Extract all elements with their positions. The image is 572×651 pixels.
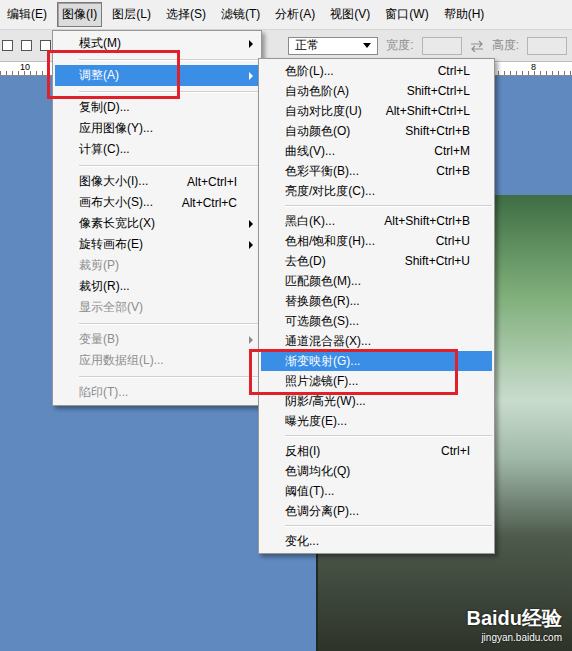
swap-icon[interactable] bbox=[470, 40, 484, 52]
menu-item[interactable]: 像素长宽比(X) bbox=[55, 213, 259, 234]
menu-item[interactable]: 应用图像(Y)... bbox=[55, 118, 259, 139]
watermark: Baidu经验jingyan.baidu.com bbox=[466, 605, 562, 643]
menu-item[interactable]: 照片滤镜(F)... bbox=[261, 371, 492, 391]
menu-item[interactable]: 色调均化(Q) bbox=[261, 461, 492, 481]
menu-item[interactable]: 曲线(V)...Ctrl+M bbox=[261, 141, 492, 161]
menu-item[interactable]: 计算(C)... bbox=[55, 139, 259, 160]
menu-bar-item[interactable]: 分析(A) bbox=[270, 2, 320, 27]
image-menu: 模式(M) 调整(A) 复制(D)...应用图像(Y)...计算(C)... 图像大小… bbox=[52, 30, 262, 406]
selection-mode-icon[interactable] bbox=[2, 40, 13, 51]
menu-item: 变量(B) bbox=[55, 329, 259, 350]
submenu-arrow-icon bbox=[249, 241, 253, 249]
menu-bar-item[interactable]: 窗口(W) bbox=[380, 2, 433, 27]
submenu-arrow-icon bbox=[249, 336, 253, 344]
width-field bbox=[422, 37, 462, 55]
menu-bar-item[interactable]: 编辑(E) bbox=[2, 2, 52, 27]
menu-item[interactable]: 色相/饱和度(H)...Ctrl+U bbox=[261, 231, 492, 251]
menu-item[interactable]: 黑白(K)...Alt+Shift+Ctrl+B bbox=[261, 211, 492, 231]
menu-item[interactable]: 替换颜色(R)... bbox=[261, 291, 492, 311]
menu-bar-item[interactable]: 选择(S) bbox=[161, 2, 211, 27]
menu-item[interactable]: 复制(D)... bbox=[55, 97, 259, 118]
menu-item[interactable]: 色彩平衡(B)...Ctrl+B bbox=[261, 161, 492, 181]
menu-item: 陷印(T)... bbox=[55, 382, 259, 403]
menu-item[interactable]: 旋转画布(E) bbox=[55, 234, 259, 255]
menu-item[interactable]: 自动色阶(A)Shift+Ctrl+L bbox=[261, 81, 492, 101]
menu-separator bbox=[55, 86, 259, 97]
menu-separator bbox=[261, 431, 492, 441]
menu-bar-item[interactable]: 滤镜(T) bbox=[216, 2, 265, 27]
ruler-label: 10 bbox=[20, 62, 30, 72]
menu-item[interactable]: 裁切(R)... bbox=[55, 276, 259, 297]
menu-item[interactable]: 阈值(T)... bbox=[261, 481, 492, 501]
menu-item[interactable]: 阴影/高光(W)... bbox=[261, 391, 492, 411]
menu-item[interactable]: 通道混合器(X)... bbox=[261, 331, 492, 351]
menu-item[interactable]: 去色(D)Shift+Ctrl+U bbox=[261, 251, 492, 271]
menu-item: 应用数据组(L)... bbox=[55, 350, 259, 371]
submenu-arrow-icon bbox=[249, 220, 253, 228]
menu-bar-item[interactable]: 帮助(H) bbox=[439, 2, 490, 27]
menu-item: 裁剪(P) bbox=[55, 255, 259, 276]
menu-bar-item[interactable]: 视图(V) bbox=[325, 2, 375, 27]
height-label: 高度: bbox=[492, 37, 519, 54]
menu-item[interactable]: 反相(I)Ctrl+I bbox=[261, 441, 492, 461]
menu-item[interactable]: 图像大小(I)...Alt+Ctrl+I bbox=[55, 171, 259, 192]
selection-mode-icon[interactable] bbox=[21, 40, 32, 51]
dropdown-arrow-icon bbox=[363, 43, 371, 48]
menu-item[interactable]: 变化... bbox=[261, 531, 492, 551]
menu-item[interactable]: 匹配颜色(M)... bbox=[261, 271, 492, 291]
menu-item[interactable]: 画布大小(S)...Alt+Ctrl+C bbox=[55, 192, 259, 213]
menu-item[interactable]: 模式(M) bbox=[55, 33, 259, 54]
menu-item[interactable]: 曝光度(E)... bbox=[261, 411, 492, 431]
menu-separator bbox=[55, 371, 259, 382]
adjust-submenu: 色阶(L)...Ctrl+L自动色阶(A)Shift+Ctrl+L自动对比度(U… bbox=[258, 58, 495, 554]
menu-item[interactable]: 自动颜色(O)Shift+Ctrl+B bbox=[261, 121, 492, 141]
mode-select[interactable]: 正常 bbox=[288, 37, 378, 55]
menu-item[interactable]: 渐变映射(G)... bbox=[261, 351, 492, 371]
menu-item[interactable]: 可选颜色(S)... bbox=[261, 311, 492, 331]
submenu-arrow-icon bbox=[249, 40, 253, 48]
menu-item[interactable]: 亮度/对比度(C)... bbox=[261, 181, 492, 201]
menu-separator bbox=[55, 160, 259, 171]
menu-separator bbox=[55, 318, 259, 329]
menu-separator bbox=[261, 521, 492, 531]
menu-item[interactable]: 色阶(L)...Ctrl+L bbox=[261, 61, 492, 81]
menu-item[interactable]: 调整(A) bbox=[55, 65, 259, 86]
ruler-label: 8 bbox=[531, 62, 536, 72]
menu-bar-item[interactable]: 图层(L) bbox=[107, 2, 156, 27]
menu-bar-item[interactable]: 图像(I) bbox=[57, 2, 102, 27]
menu-separator bbox=[55, 54, 259, 65]
selection-mode-icon[interactable] bbox=[40, 40, 51, 51]
width-label: 宽度: bbox=[386, 37, 413, 54]
menu-item[interactable]: 色调分离(P)... bbox=[261, 501, 492, 521]
menu-item[interactable]: 自动对比度(U)Alt+Shift+Ctrl+L bbox=[261, 101, 492, 121]
submenu-arrow-icon bbox=[249, 72, 253, 80]
menu-item: 显示全部(V) bbox=[55, 297, 259, 318]
height-field bbox=[527, 37, 567, 55]
menu-separator bbox=[261, 201, 492, 211]
menu-bar: 编辑(E)图像(I)图层(L)选择(S)滤镜(T)分析(A)视图(V)窗口(W)… bbox=[0, 0, 572, 30]
